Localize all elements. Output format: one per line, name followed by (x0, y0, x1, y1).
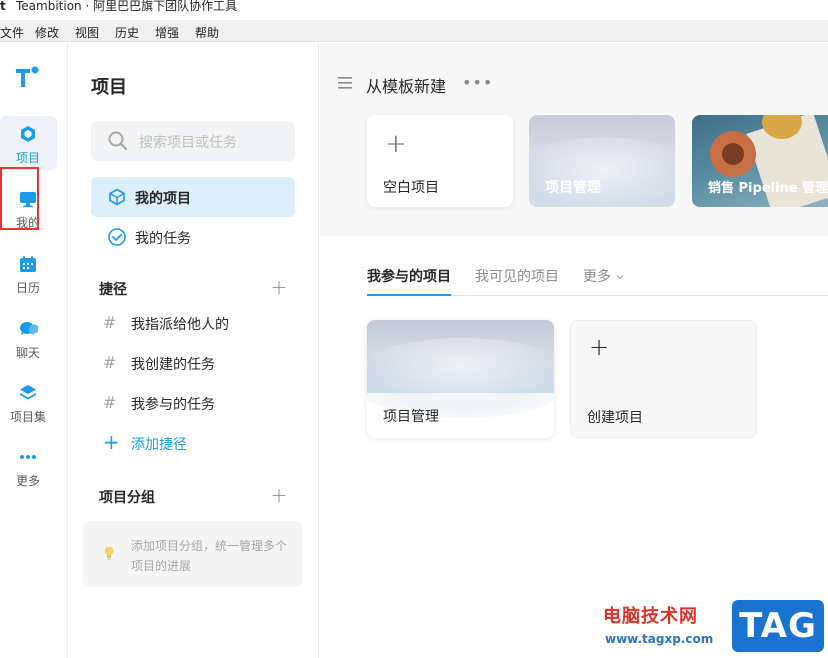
add-shortcut-link[interactable]: + 添加捷径 (99, 430, 289, 460)
tab-visible[interactable]: 我可见的项目 (475, 266, 559, 286)
search-placeholder: 搜索项目或任务 (139, 135, 237, 151)
create-project-label: 创建项目 (587, 410, 643, 426)
cube-icon (21, 126, 35, 142)
menu-history[interactable]: 历史 (115, 24, 139, 41)
layers-icon (20, 385, 36, 400)
search-input[interactable]: 搜索项目或任务 (91, 121, 295, 161)
menu-icon[interactable] (338, 77, 352, 89)
check-circle-icon (108, 228, 126, 246)
watermark-text: 电脑技术网 (603, 606, 698, 627)
rail-item-calendar[interactable]: 日历 (0, 246, 58, 300)
search-icon (108, 131, 128, 151)
project-tabs: 我参与的项目 我可见的项目 更多 (367, 264, 828, 296)
groups-heading: 项目分组 (99, 490, 155, 506)
template-card-sales-pipeline[interactable]: 销售 Pipeline 管理 (692, 115, 828, 207)
group-tip-box: 添加项目分组，统一管理多个项目的进展 (83, 521, 303, 587)
rail-label: 聊天 (15, 346, 40, 360)
menu-file[interactable]: 文件 (0, 24, 24, 41)
projects-panel: 项目 搜索项目或任务 我的项目 我的任务 捷径 + # 我指派给他人的 # 我创… (69, 43, 319, 658)
rail-item-projects[interactable]: 项目 (0, 116, 57, 170)
project-cover (367, 320, 554, 418)
teambition-logo (16, 66, 39, 87)
main-content: 从模板新建 ••• + 空白项目 项目管理 销售 Pipeline 管理 我参与… (320, 43, 828, 658)
plus-icon: + (589, 333, 610, 361)
template-label: 空白项目 (383, 180, 439, 196)
nav-rail: 项目 我的 日历 聊天 项目集 更多 (0, 43, 68, 658)
nav-label: 我的项目 (135, 191, 191, 207)
rail-label: 更多 (15, 474, 40, 488)
rail-item-more[interactable]: 更多 (0, 439, 58, 493)
menu-view[interactable]: 视图 (75, 24, 99, 41)
hash-icon: # (103, 353, 117, 372)
template-card-project-management[interactable]: 项目管理 (529, 115, 675, 207)
watermark-tag-logo: TAG (732, 600, 824, 652)
tab-more-label: 更多 (583, 269, 611, 285)
add-group-plus-button[interactable]: + (269, 485, 289, 506)
more-icon (20, 455, 36, 459)
create-project-card[interactable]: + 创建项目 (570, 320, 757, 438)
template-label: 项目管理 (545, 180, 601, 196)
menu-help[interactable]: 帮助 (195, 24, 219, 41)
template-label: 销售 Pipeline 管理 (708, 181, 828, 196)
watermark: 电脑技术网 www.tagxp.com TAG (600, 598, 828, 658)
group-tip-text: 添加项目分组，统一管理多个项目的进展 (131, 539, 288, 573)
lightbulb-icon (104, 546, 114, 560)
menu-enhance[interactable]: 增强 (155, 24, 179, 41)
template-section: 从模板新建 ••• + 空白项目 项目管理 销售 Pipeline 管理 (320, 43, 828, 236)
nav-my-tasks[interactable]: 我的任务 (91, 217, 295, 257)
ellipsis-icon[interactable]: ••• (462, 73, 493, 92)
rail-label: 日历 (15, 281, 40, 295)
title-bar: t Teambition · 阿里巴巴旗下团队协作工具 (0, 0, 828, 20)
plus-icon: + (103, 430, 120, 454)
chat-icon (19, 321, 38, 336)
menu-edit[interactable]: 修改 (35, 24, 59, 41)
chevron-down-icon (616, 275, 624, 280)
project-name: 项目管理 (383, 409, 439, 425)
shortcut-item[interactable]: # 我参与的任务 (99, 390, 289, 420)
template-card-blank[interactable]: + 空白项目 (367, 115, 513, 207)
add-shortcut-label: 添加捷径 (131, 437, 187, 453)
nav-label: 我的任务 (135, 231, 191, 247)
panel-title: 项目 (91, 77, 127, 98)
shortcut-label: 我参与的任务 (131, 397, 215, 413)
tab-more[interactable]: 更多 (583, 266, 624, 286)
watermark-url: www.tagxp.com (605, 632, 714, 646)
hash-icon: # (103, 393, 117, 412)
hash-icon: # (103, 313, 117, 332)
highlight-box (0, 167, 39, 230)
add-shortcut-plus-button[interactable]: + (269, 277, 289, 298)
menu-bar: 文件 修改 视图 历史 增强 帮助 (0, 20, 828, 42)
plus-icon: + (385, 129, 407, 159)
nav-my-projects[interactable]: 我的项目 (91, 177, 295, 217)
rail-item-program[interactable]: 项目集 (0, 375, 58, 429)
rail-label: 项目 (15, 151, 40, 165)
shortcut-label: 我创建的任务 (131, 357, 215, 373)
shortcut-item[interactable]: # 我创建的任务 (99, 350, 289, 380)
window-title: Teambition · 阿里巴巴旗下团队协作工具 (16, 0, 238, 13)
project-card[interactable]: 项目管理 (367, 320, 554, 438)
active-tab-indicator (367, 294, 451, 296)
cube-outline-icon (109, 188, 125, 206)
template-title: 从模板新建 (366, 77, 447, 96)
tab-participating[interactable]: 我参与的项目 (367, 266, 451, 286)
app-icon: t (0, 0, 6, 13)
rail-item-chat[interactable]: 聊天 (0, 311, 58, 365)
shortcut-item[interactable]: # 我指派给他人的 (99, 310, 289, 340)
cover-image-detail (722, 143, 744, 165)
rail-label: 项目集 (9, 410, 46, 424)
shortcuts-heading: 捷径 (99, 282, 127, 298)
shortcut-label: 我指派给他人的 (131, 317, 229, 333)
calendar-icon (20, 256, 36, 272)
